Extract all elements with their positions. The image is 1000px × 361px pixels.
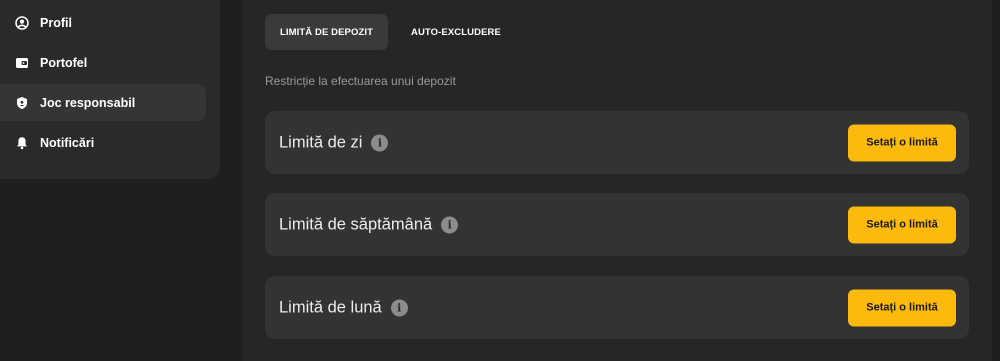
limit-title: Limită de lună [279,298,382,316]
sidebar-item-joc-responsabil[interactable]: Joc responsabil [0,84,206,121]
limit-title-wrapper: Limită de săptămână i [279,215,459,234]
set-daily-limit-button[interactable]: Setați o limită [848,124,956,161]
limit-title-wrapper: Limită de lună i [279,298,408,317]
wallet-icon [15,56,29,70]
limit-title: Limită de săptămână [279,215,433,233]
set-weekly-limit-button[interactable]: Setați o limită [848,206,956,243]
sidebar: Profil Portofel Joc responsabil Notifică… [0,0,220,179]
sidebar-item-label: Portofel [40,55,88,70]
info-icon[interactable]: i [390,299,408,316]
main-panel: LIMITĂ DE DEPOZIT AUTO-EXCLUDERE Restric… [243,0,992,361]
tab-bar: LIMITĂ DE DEPOZIT AUTO-EXCLUDERE [265,14,516,50]
section-subtitle: Restricție la efectuarea unui depozit [265,74,456,88]
tab-limita-de-depozit[interactable]: LIMITĂ DE DEPOZIT [265,14,389,50]
limit-title-wrapper: Limită de zi i [279,133,389,152]
sidebar-item-notificari[interactable]: Notificări [0,124,206,161]
shield-icon [15,96,29,110]
user-circle-icon [15,15,29,30]
tab-auto-excludere[interactable]: AUTO-EXCLUDERE [396,14,516,50]
sidebar-item-label: Joc responsabil [40,95,136,110]
sidebar-item-label: Notificări [40,135,95,150]
limit-row-monthly: Limită de lună i Setați o limită [265,276,969,339]
info-icon[interactable]: i [371,134,389,151]
info-icon[interactable]: i [441,216,459,233]
sidebar-item-label: Profil [40,15,72,30]
sidebar-item-profil[interactable]: Profil [0,4,206,41]
page: Profil Portofel Joc responsabil Notifică… [0,0,1000,361]
limit-row-weekly: Limită de săptămână i Setați o limită [265,193,969,256]
sidebar-item-portofel[interactable]: Portofel [0,44,206,81]
limit-title: Limită de zi [279,133,363,151]
set-monthly-limit-button[interactable]: Setați o limită [848,289,956,326]
bell-icon [15,136,29,150]
limit-row-daily: Limită de zi i Setați o limită [265,111,969,174]
